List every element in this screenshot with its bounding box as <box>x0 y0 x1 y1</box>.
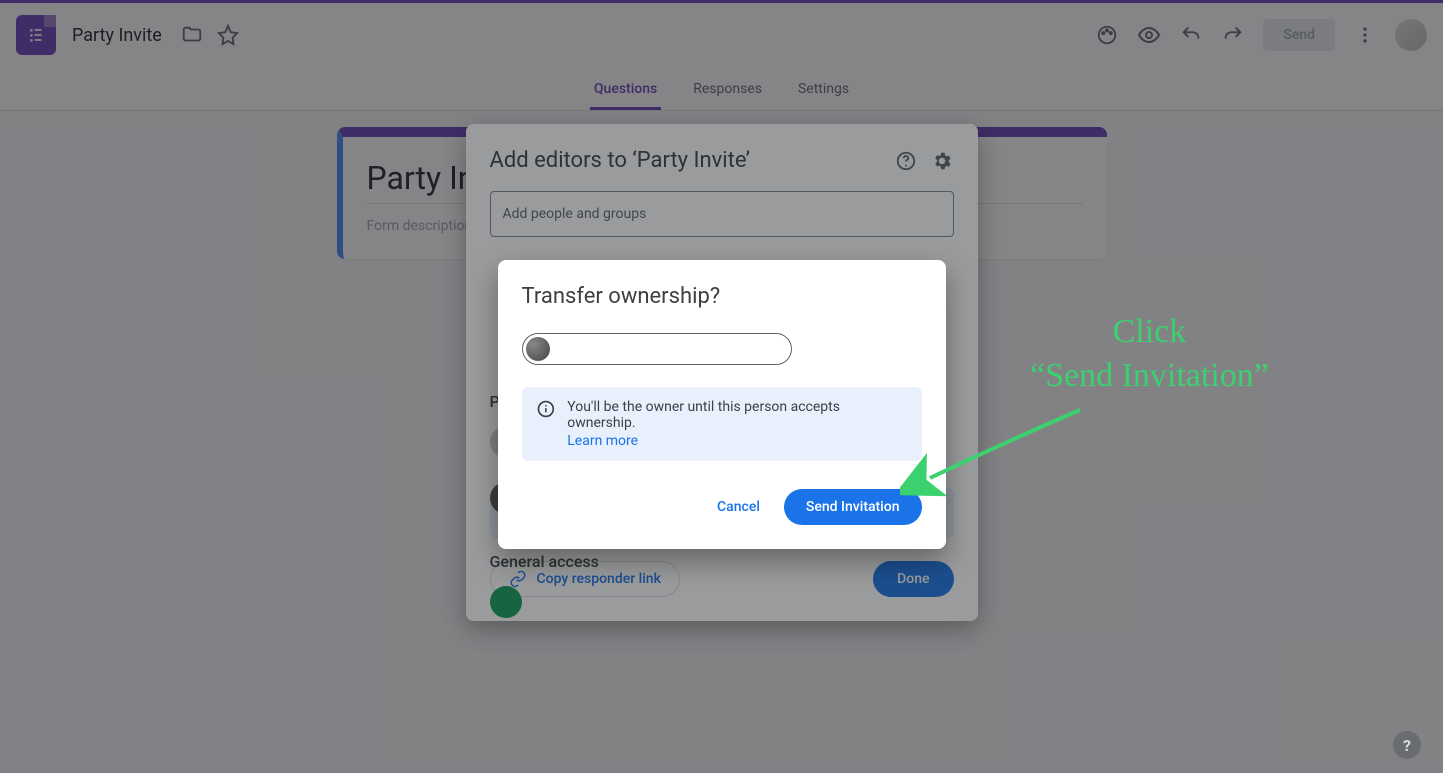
learn-more-link[interactable]: Learn more <box>567 433 907 449</box>
cancel-button[interactable]: Cancel <box>705 491 772 523</box>
transfer-ownership-dialog: Transfer ownership? You'll be the owner … <box>498 260 946 549</box>
recipient-chip[interactable] <box>522 333 792 365</box>
annotation-line1: Click <box>1030 310 1269 354</box>
ownership-info-banner: You'll be the owner until this person ac… <box>522 387 922 461</box>
transfer-dialog-title: Transfer ownership? <box>522 284 922 309</box>
recipient-avatar-icon <box>526 337 550 361</box>
info-icon <box>536 399 556 419</box>
tutorial-annotation: Click “Send Invitation” <box>1030 310 1269 398</box>
ownership-info-text: You'll be the owner until this person ac… <box>567 399 840 431</box>
send-invitation-button[interactable]: Send Invitation <box>784 489 922 525</box>
annotation-line2: “Send Invitation” <box>1030 354 1269 398</box>
help-fab-icon[interactable]: ? <box>1393 731 1421 759</box>
